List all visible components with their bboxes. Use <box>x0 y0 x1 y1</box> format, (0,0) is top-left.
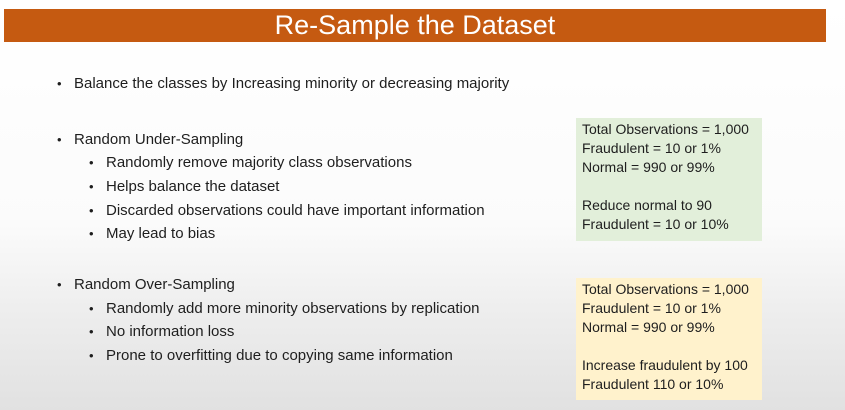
bullet-list: • Balance the classes by Increasing mino… <box>57 0 577 410</box>
example-line: Fraudulent = 10 or 1% <box>582 300 721 316</box>
intro-bullet: • Balance the classes by Increasing mino… <box>57 75 509 93</box>
bullet-dot-icon: • <box>89 203 94 218</box>
under-sampling-item: • May lead to bias <box>89 225 215 243</box>
under-sampling-example-box: Total Observations = 1,000 Fraudulent = … <box>576 118 762 241</box>
bullet-dot-icon: • <box>89 226 94 241</box>
under-sampling-item-text: Discarded observations could have import… <box>106 202 485 219</box>
example-line: Normal = 990 or 99% <box>582 319 715 335</box>
bullet-dot-icon: • <box>89 155 94 170</box>
over-sampling-item: • Prone to overfitting due to copying sa… <box>89 347 453 365</box>
example-result-line: Increase fraudulent by 100 <box>582 357 748 373</box>
example-line: Total Observations = 1,000 <box>582 281 749 297</box>
example-spacer <box>582 177 756 196</box>
bullet-dot-icon: • <box>89 324 94 339</box>
over-sampling-heading-text: Random Over-Sampling <box>74 276 235 293</box>
over-sampling-item: • No information loss <box>89 323 234 341</box>
bullet-dot-icon: • <box>89 348 94 363</box>
under-sampling-item: • Helps balance the dataset <box>89 178 279 196</box>
under-sampling-heading-text: Random Under-Sampling <box>74 131 244 148</box>
example-line: Normal = 990 or 99% <box>582 159 715 175</box>
under-sampling-item-text: Randomly remove majority class observati… <box>106 154 412 171</box>
intro-bullet-text: Balance the classes by Increasing minori… <box>74 75 510 92</box>
example-spacer <box>582 337 756 356</box>
under-sampling-heading: • Random Under-Sampling <box>57 131 243 149</box>
bullet-dot-icon: • <box>57 76 62 91</box>
bullet-dot-icon: • <box>89 179 94 194</box>
bullet-dot-icon: • <box>57 132 62 147</box>
under-sampling-item-text: Helps balance the dataset <box>106 178 280 195</box>
over-sampling-item-text: Prone to overfitting due to copying same… <box>106 347 453 364</box>
example-result-line: Fraudulent = 10 or 10% <box>582 216 729 232</box>
over-sampling-example-box: Total Observations = 1,000 Fraudulent = … <box>576 278 762 400</box>
under-sampling-item: • Discarded observations could have impo… <box>89 202 485 220</box>
bullet-dot-icon: • <box>57 277 62 292</box>
example-result-line: Fraudulent 110 or 10% <box>582 376 724 392</box>
bullet-dot-icon: • <box>89 301 94 316</box>
over-sampling-item: • Randomly add more minority observation… <box>89 300 480 318</box>
over-sampling-heading: • Random Over-Sampling <box>57 276 235 294</box>
example-line: Fraudulent = 10 or 1% <box>582 140 721 156</box>
example-line: Total Observations = 1,000 <box>582 121 749 137</box>
under-sampling-item: • Randomly remove majority class observa… <box>89 154 412 172</box>
over-sampling-item-text: Randomly add more minority observations … <box>106 300 480 317</box>
over-sampling-item-text: No information loss <box>106 323 235 340</box>
example-result-line: Reduce normal to 90 <box>582 197 712 213</box>
under-sampling-item-text: May lead to bias <box>106 225 216 242</box>
